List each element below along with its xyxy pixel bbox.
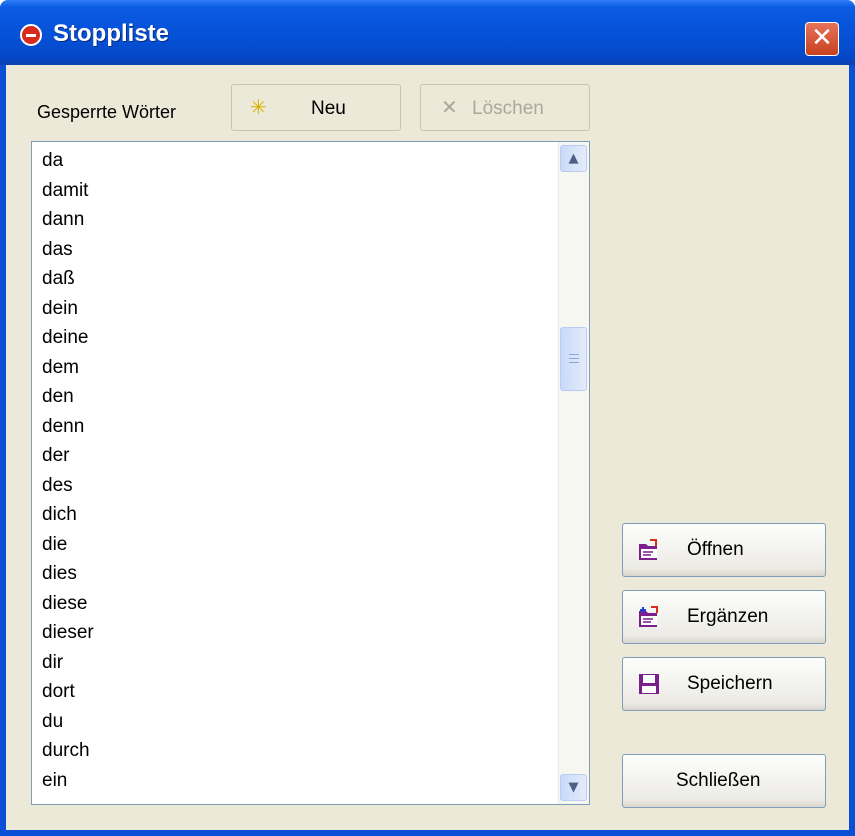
- list-item[interactable]: des: [42, 471, 94, 501]
- list-item[interactable]: ein: [42, 766, 94, 796]
- close-dialog-button-label: Schließen: [676, 770, 761, 791]
- scroll-thumb[interactable]: [560, 327, 587, 391]
- close-dialog-button[interactable]: Schließen: [622, 754, 826, 808]
- list-item[interactable]: durch: [42, 736, 94, 766]
- list-item[interactable]: deine: [42, 323, 94, 353]
- list-item[interactable]: der: [42, 441, 94, 471]
- sparkle-icon: ✳: [250, 97, 267, 119]
- list-item[interactable]: diese: [42, 589, 94, 619]
- list-item[interactable]: daß: [42, 264, 94, 294]
- append-button[interactable]: Ergänzen: [622, 590, 826, 644]
- delete-button-label: Löschen: [472, 98, 544, 119]
- dialog-client-area: Gesperrte Wörter ✳ Neu ✕ Löschen da damit…: [6, 65, 849, 830]
- x-icon: ✕: [441, 97, 458, 119]
- list-item[interactable]: dieser: [42, 618, 94, 648]
- list-item[interactable]: denn: [42, 412, 94, 442]
- open-button[interactable]: Öffnen: [622, 523, 826, 577]
- list-item[interactable]: da: [42, 146, 94, 176]
- title-bar[interactable]: Stoppliste ✕: [0, 0, 855, 65]
- blocked-words-list[interactable]: da damit dann das daß dein deine dem den denn der d…: [31, 141, 590, 805]
- list-item[interactable]: dein: [42, 294, 94, 324]
- save-button[interactable]: Speichern: [622, 657, 826, 711]
- vertical-scrollbar[interactable]: ▲ ▼: [558, 142, 589, 804]
- floppy-disk-icon: [639, 674, 659, 694]
- list-item[interactable]: die: [42, 530, 94, 560]
- list-item[interactable]: dort: [42, 677, 94, 707]
- close-button[interactable]: ✕: [805, 22, 839, 56]
- delete-button[interactable]: ✕ Löschen: [420, 84, 590, 131]
- append-button-label: Ergänzen: [687, 606, 769, 627]
- list-item[interactable]: dem: [42, 353, 94, 383]
- blocked-words-label: Gesperrte Wörter: [37, 102, 177, 122]
- list-item[interactable]: dich: [42, 500, 94, 530]
- list-item[interactable]: das: [42, 235, 94, 265]
- open-button-label: Öffnen: [687, 539, 744, 560]
- word-list-items: da damit dann das daß dein deine dem den denn der d…: [42, 146, 94, 795]
- new-button-label: Neu: [311, 98, 346, 119]
- list-item[interactable]: dann: [42, 205, 94, 235]
- stop-sign-icon: [20, 24, 42, 46]
- scroll-up-button[interactable]: ▲: [560, 145, 587, 172]
- open-folder-icon: [639, 539, 657, 560]
- stoppliste-window: Stoppliste ✕ Gesperrte Wörter ✳ Neu ✕ Lö…: [0, 0, 855, 836]
- list-item[interactable]: damit: [42, 176, 94, 206]
- list-item[interactable]: du: [42, 707, 94, 737]
- list-item[interactable]: den: [42, 382, 94, 412]
- append-folder-icon: [639, 606, 658, 627]
- list-item[interactable]: dir: [42, 648, 94, 678]
- window-title: Stoppliste: [53, 20, 170, 47]
- scroll-down-button[interactable]: ▼: [560, 774, 587, 801]
- save-button-label: Speichern: [687, 673, 773, 694]
- list-item[interactable]: dies: [42, 559, 94, 589]
- new-button[interactable]: ✳ Neu: [231, 84, 401, 131]
